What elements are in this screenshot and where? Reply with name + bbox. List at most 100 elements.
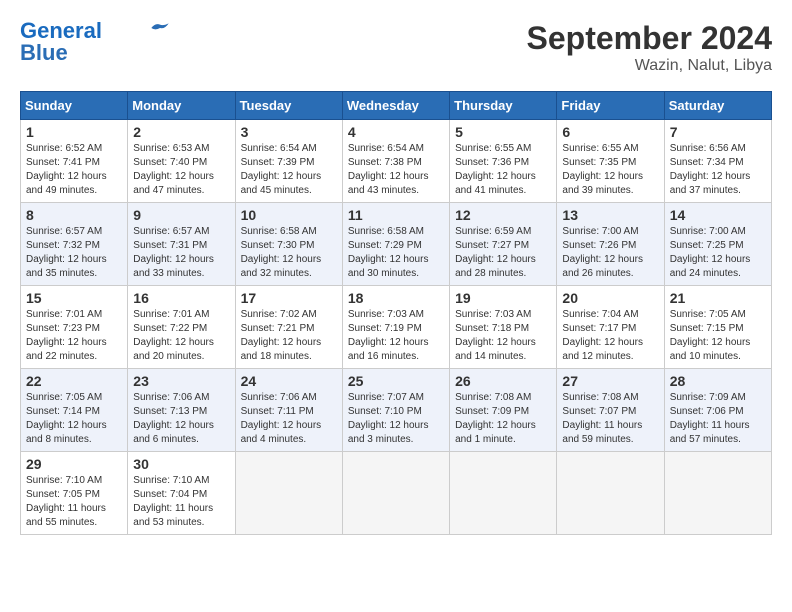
day-info: Sunrise: 7:08 AM Sunset: 7:09 PM Dayligh… bbox=[455, 391, 551, 447]
day-info: Sunrise: 6:58 AM Sunset: 7:29 PM Dayligh… bbox=[348, 225, 444, 281]
calendar-week-2: 8Sunrise: 6:57 AM Sunset: 7:32 PM Daylig… bbox=[21, 203, 772, 286]
calendar-day-29: 29 Sunrise: 7:10 AM Sunset: 7:05 PM Dayli… bbox=[21, 452, 128, 535]
day-number: 3 bbox=[241, 124, 337, 140]
day-number: 15 bbox=[26, 290, 122, 306]
calendar-day-2: 2 Sunrise: 6:53 AM Sunset: 7:40 PM Daylig… bbox=[128, 120, 235, 203]
day-number: 23 bbox=[133, 373, 229, 389]
calendar-day-10: 10 Sunrise: 6:58 AM Sunset: 7:30 PM Dayli… bbox=[235, 203, 342, 286]
calendar-day-8: 8Sunrise: 6:57 AM Sunset: 7:32 PM Daylig… bbox=[21, 203, 128, 286]
day-info: Sunrise: 7:00 AM Sunset: 7:26 PM Dayligh… bbox=[562, 225, 658, 281]
calendar-day-empty bbox=[235, 452, 342, 535]
calendar-table: SundayMondayTuesdayWednesdayThursdayFrid… bbox=[20, 91, 772, 535]
calendar-day-30: 30 Sunrise: 7:10 AM Sunset: 7:04 PM Dayli… bbox=[128, 452, 235, 535]
day-number: 13 bbox=[562, 207, 658, 223]
day-number: 16 bbox=[133, 290, 229, 306]
calendar-day-11: 11 Sunrise: 6:58 AM Sunset: 7:29 PM Dayli… bbox=[342, 203, 449, 286]
calendar-day-19: 19 Sunrise: 7:03 AM Sunset: 7:18 PM Dayli… bbox=[450, 286, 557, 369]
day-info: Sunrise: 7:10 AM Sunset: 7:05 PM Dayligh… bbox=[26, 474, 122, 530]
calendar-day-18: 18 Sunrise: 7:03 AM Sunset: 7:19 PM Dayli… bbox=[342, 286, 449, 369]
calendar-day-16: 16 Sunrise: 7:01 AM Sunset: 7:22 PM Dayli… bbox=[128, 286, 235, 369]
day-info: Sunrise: 7:03 AM Sunset: 7:18 PM Dayligh… bbox=[455, 308, 551, 364]
col-header-friday: Friday bbox=[557, 92, 664, 120]
day-info: Sunrise: 7:09 AM Sunset: 7:06 PM Dayligh… bbox=[670, 391, 766, 447]
calendar-day-25: 25 Sunrise: 7:07 AM Sunset: 7:10 PM Dayli… bbox=[342, 369, 449, 452]
day-number: 25 bbox=[348, 373, 444, 389]
calendar-day-3: 3 Sunrise: 6:54 AM Sunset: 7:39 PM Daylig… bbox=[235, 120, 342, 203]
day-number: 17 bbox=[241, 290, 337, 306]
day-info: Sunrise: 7:03 AM Sunset: 7:19 PM Dayligh… bbox=[348, 308, 444, 364]
day-number: 2 bbox=[133, 124, 229, 140]
day-info: Sunrise: 7:06 AM Sunset: 7:13 PM Dayligh… bbox=[133, 391, 229, 447]
logo-text: General bbox=[20, 20, 102, 42]
day-info: Sunrise: 6:56 AM Sunset: 7:34 PM Dayligh… bbox=[670, 142, 766, 198]
col-header-thursday: Thursday bbox=[450, 92, 557, 120]
calendar-day-12: 12 Sunrise: 6:59 AM Sunset: 7:27 PM Dayli… bbox=[450, 203, 557, 286]
day-info: Sunrise: 7:02 AM Sunset: 7:21 PM Dayligh… bbox=[241, 308, 337, 364]
day-number: 14 bbox=[670, 207, 766, 223]
day-info: Sunrise: 7:08 AM Sunset: 7:07 PM Dayligh… bbox=[562, 391, 658, 447]
day-info: Sunrise: 6:59 AM Sunset: 7:27 PM Dayligh… bbox=[455, 225, 551, 281]
calendar-day-14: 14 Sunrise: 7:00 AM Sunset: 7:25 PM Dayli… bbox=[664, 203, 771, 286]
calendar-week-1: 1 Sunrise: 6:52 AM Sunset: 7:41 PM Daylig… bbox=[21, 120, 772, 203]
day-info: Sunrise: 7:06 AM Sunset: 7:11 PM Dayligh… bbox=[241, 391, 337, 447]
day-info: Sunrise: 7:00 AM Sunset: 7:25 PM Dayligh… bbox=[670, 225, 766, 281]
calendar-day-27: 27 Sunrise: 7:08 AM Sunset: 7:07 PM Dayli… bbox=[557, 369, 664, 452]
calendar-day-6: 6Sunrise: 6:55 AM Sunset: 7:35 PM Daylig… bbox=[557, 120, 664, 203]
calendar-header-row: SundayMondayTuesdayWednesdayThursdayFrid… bbox=[21, 92, 772, 120]
day-info: Sunrise: 6:54 AM Sunset: 7:38 PM Dayligh… bbox=[348, 142, 444, 198]
day-number: 7 bbox=[670, 124, 766, 140]
calendar-week-5: 29 Sunrise: 7:10 AM Sunset: 7:05 PM Dayli… bbox=[21, 452, 772, 535]
day-info: Sunrise: 6:57 AM Sunset: 7:31 PM Dayligh… bbox=[133, 225, 229, 281]
day-number: 19 bbox=[455, 290, 551, 306]
day-number: 29 bbox=[26, 456, 122, 472]
day-number: 1 bbox=[26, 124, 122, 140]
calendar-day-5: 5Sunrise: 6:55 AM Sunset: 7:36 PM Daylig… bbox=[450, 120, 557, 203]
calendar-day-21: 21 Sunrise: 7:05 AM Sunset: 7:15 PM Dayli… bbox=[664, 286, 771, 369]
calendar-day-7: 7 Sunrise: 6:56 AM Sunset: 7:34 PM Daylig… bbox=[664, 120, 771, 203]
day-info: Sunrise: 6:55 AM Sunset: 7:36 PM Dayligh… bbox=[455, 142, 551, 198]
logo-bird-icon bbox=[150, 21, 170, 35]
day-number: 26 bbox=[455, 373, 551, 389]
day-info: Sunrise: 6:58 AM Sunset: 7:30 PM Dayligh… bbox=[241, 225, 337, 281]
calendar-day-24: 24 Sunrise: 7:06 AM Sunset: 7:11 PM Dayli… bbox=[235, 369, 342, 452]
calendar-day-9: 9 Sunrise: 6:57 AM Sunset: 7:31 PM Daylig… bbox=[128, 203, 235, 286]
day-info: Sunrise: 6:52 AM Sunset: 7:41 PM Dayligh… bbox=[26, 142, 122, 198]
day-number: 12 bbox=[455, 207, 551, 223]
day-info: Sunrise: 7:01 AM Sunset: 7:23 PM Dayligh… bbox=[26, 308, 122, 364]
day-number: 10 bbox=[241, 207, 337, 223]
calendar-day-22: 22Sunrise: 7:05 AM Sunset: 7:14 PM Dayli… bbox=[21, 369, 128, 452]
calendar-day-26: 26 Sunrise: 7:08 AM Sunset: 7:09 PM Dayli… bbox=[450, 369, 557, 452]
calendar-day-20: 20Sunrise: 7:04 AM Sunset: 7:17 PM Dayli… bbox=[557, 286, 664, 369]
calendar-day-1: 1 Sunrise: 6:52 AM Sunset: 7:41 PM Daylig… bbox=[21, 120, 128, 203]
day-info: Sunrise: 7:10 AM Sunset: 7:04 PM Dayligh… bbox=[133, 474, 229, 530]
day-info: Sunrise: 6:54 AM Sunset: 7:39 PM Dayligh… bbox=[241, 142, 337, 198]
logo-blue-text: Blue bbox=[20, 42, 68, 64]
day-number: 9 bbox=[133, 207, 229, 223]
day-number: 24 bbox=[241, 373, 337, 389]
col-header-tuesday: Tuesday bbox=[235, 92, 342, 120]
calendar-day-15: 15 Sunrise: 7:01 AM Sunset: 7:23 PM Dayli… bbox=[21, 286, 128, 369]
day-number: 8 bbox=[26, 207, 122, 223]
day-number: 30 bbox=[133, 456, 229, 472]
day-info: Sunrise: 7:07 AM Sunset: 7:10 PM Dayligh… bbox=[348, 391, 444, 447]
day-info: Sunrise: 7:05 AM Sunset: 7:15 PM Dayligh… bbox=[670, 308, 766, 364]
col-header-saturday: Saturday bbox=[664, 92, 771, 120]
col-header-wednesday: Wednesday bbox=[342, 92, 449, 120]
logo: General Blue bbox=[20, 20, 170, 64]
day-info: Sunrise: 7:01 AM Sunset: 7:22 PM Dayligh… bbox=[133, 308, 229, 364]
day-number: 6 bbox=[562, 124, 658, 140]
page-header: General Blue September 2024 Wazin, Nalut… bbox=[20, 20, 772, 75]
calendar-day-17: 17 Sunrise: 7:02 AM Sunset: 7:21 PM Dayli… bbox=[235, 286, 342, 369]
day-number: 27 bbox=[562, 373, 658, 389]
day-info: Sunrise: 6:53 AM Sunset: 7:40 PM Dayligh… bbox=[133, 142, 229, 198]
day-number: 21 bbox=[670, 290, 766, 306]
day-number: 18 bbox=[348, 290, 444, 306]
month-year-title: September 2024 bbox=[527, 20, 772, 57]
day-number: 11 bbox=[348, 207, 444, 223]
col-header-monday: Monday bbox=[128, 92, 235, 120]
calendar-week-3: 15 Sunrise: 7:01 AM Sunset: 7:23 PM Dayli… bbox=[21, 286, 772, 369]
day-number: 22 bbox=[26, 373, 122, 389]
day-info: Sunrise: 7:04 AM Sunset: 7:17 PM Dayligh… bbox=[562, 308, 658, 364]
col-header-sunday: Sunday bbox=[21, 92, 128, 120]
calendar-day-empty bbox=[664, 452, 771, 535]
